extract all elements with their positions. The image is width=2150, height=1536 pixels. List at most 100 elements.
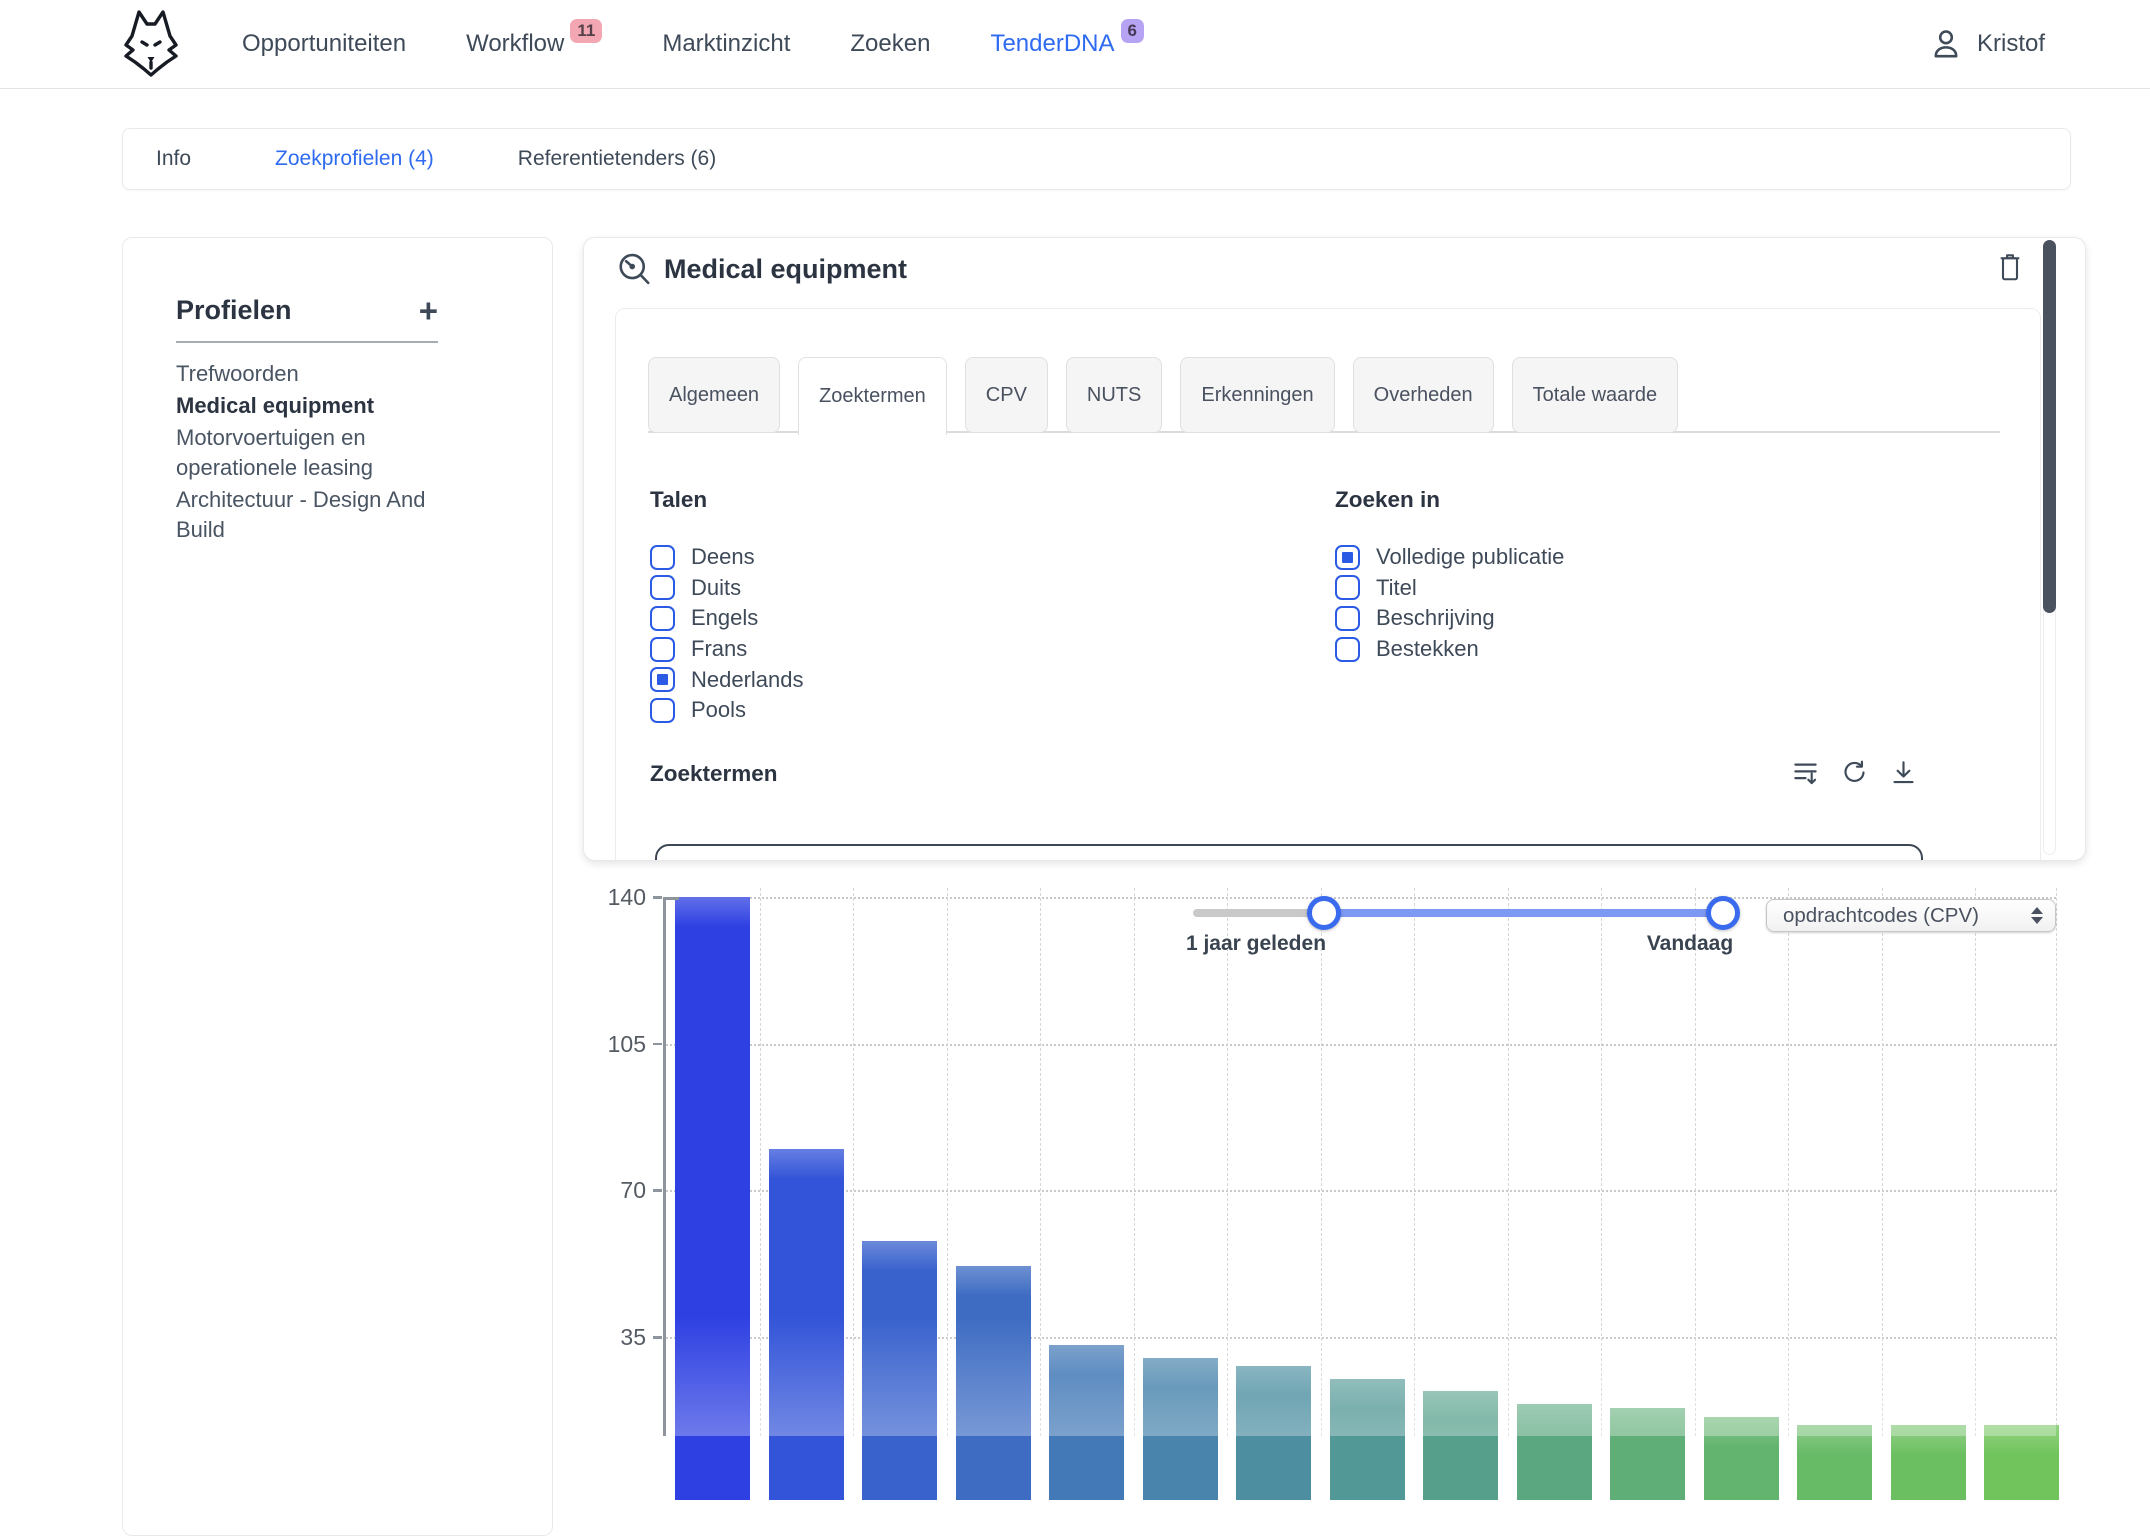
bar <box>1423 1391 1498 1500</box>
bar <box>862 1241 937 1500</box>
checkbox-label: Deens <box>691 544 755 570</box>
gridline-h <box>666 1044 2056 1046</box>
y-tick <box>653 896 662 899</box>
user-menu[interactable]: Kristof <box>1929 0 2045 88</box>
slider-handle-start[interactable] <box>1307 896 1341 930</box>
y-tick <box>653 1043 662 1046</box>
checkbox-deens[interactable] <box>650 545 675 570</box>
nav-item-tenderdna[interactable]: TenderDNA6 <box>990 30 1144 58</box>
gridline-v <box>1134 888 1135 1436</box>
group-heading: Talen <box>650 486 804 514</box>
profile-tab-erkenningen[interactable]: Erkenningen <box>1180 357 1334 433</box>
search-profile-icon <box>617 251 653 289</box>
checkbox-volledige-publicatie[interactable] <box>1335 545 1360 570</box>
checkbox-row: Volledige publicatie <box>1335 542 1564 573</box>
gridline-v <box>760 888 761 1436</box>
sidebar-item-trefwoorden[interactable]: Trefwoorden <box>176 359 450 389</box>
tab-info[interactable]: Info <box>156 147 191 171</box>
checkbox-nederlands[interactable] <box>650 667 675 692</box>
checkbox-label: Beschrijving <box>1376 605 1495 631</box>
zoeken-in-group: Zoeken inVolledige publicatieTitelBeschr… <box>1335 486 1564 664</box>
divider <box>176 341 438 343</box>
zoektermen-toolbar <box>1792 759 1917 786</box>
nav-item-zoeken[interactable]: Zoeken <box>850 30 930 58</box>
refresh-icon[interactable] <box>1841 759 1868 786</box>
gridline-v <box>1882 888 1883 1436</box>
main-nav: Opportuniteiten Workflow11 Marktinzicht Zoe… <box>242 0 1144 88</box>
add-profile-button[interactable]: + <box>419 294 438 327</box>
top-nav-bar: Opportuniteiten Workflow11 Marktinzicht Zoe… <box>0 0 2150 89</box>
checkbox-label: Pools <box>691 697 746 723</box>
checkbox-label: Nederlands <box>691 667 804 693</box>
chart-metric-select-value: opdrachtcodes (CPV) <box>1783 904 1979 928</box>
checkbox-titel[interactable] <box>1335 575 1360 600</box>
nav-item-workflow[interactable]: Workflow11 <box>466 30 602 58</box>
gridline-h <box>666 1190 2056 1192</box>
bar <box>1610 1408 1685 1500</box>
profile-tab-card: AlgemeenZoektermenCPVNUTSErkenningenOver… <box>615 308 2041 861</box>
checkbox-label: Titel <box>1376 575 1417 601</box>
profile-tab-nuts[interactable]: NUTS <box>1066 357 1162 433</box>
checkbox-row: Frans <box>650 634 804 665</box>
download-icon[interactable] <box>1890 759 1917 786</box>
tab-zoekprofielen-4[interactable]: Zoekprofielen (4) <box>275 147 434 171</box>
gridline-v <box>1601 888 1602 1436</box>
panel-scrollbar-thumb[interactable] <box>2043 240 2056 613</box>
nav-item-label: Opportuniteiten <box>242 30 406 58</box>
profile-tab-algemeen[interactable]: Algemeen <box>648 357 780 433</box>
checkbox-bestekken[interactable] <box>1335 637 1360 662</box>
checkbox-row: Titel <box>1335 573 1564 604</box>
trash-icon <box>1996 251 2024 283</box>
nav-item-label: Marktinzicht <box>662 30 790 58</box>
profile-tab-cpv[interactable]: CPV <box>965 357 1048 433</box>
bar <box>1797 1425 1872 1500</box>
profile-tab-zoektermen[interactable]: Zoektermen <box>798 357 947 435</box>
gridline-v <box>947 888 948 1436</box>
gridline-v <box>1227 888 1228 1436</box>
nav-item-opportuniteiten[interactable]: Opportuniteiten <box>242 30 406 58</box>
checkbox-row: Bestekken <box>1335 634 1564 665</box>
bar <box>1236 1366 1311 1500</box>
y-tick <box>653 1189 662 1192</box>
checkbox-row: Pools <box>650 695 804 726</box>
talen-group: Talen Deens DuitsEngelsFransNederlands Pool… <box>650 486 804 726</box>
checkbox-beschrijving[interactable] <box>1335 606 1360 631</box>
profile-tab-totale-waarde[interactable]: Totale waarde <box>1512 357 1679 433</box>
nav-item-label: Workflow <box>466 30 564 58</box>
zoektermen-input[interactable] <box>655 844 1923 861</box>
playlist-add-icon[interactable] <box>1792 759 1819 786</box>
profiles-sidebar: Profielen + TrefwoordenMedical equipment… <box>122 237 553 1536</box>
profile-detail-panel: Medical equipment AlgemeenZoektermenCPVN… <box>583 237 2086 861</box>
sidebar-item-motorvoertuigen-en-operationele-leasing[interactable]: Motorvoertuigen en operationele leasing <box>176 423 450 483</box>
bar <box>1143 1358 1218 1500</box>
nav-item-label: TenderDNA <box>990 30 1114 58</box>
gridline-v <box>1975 888 1976 1436</box>
bar <box>1330 1379 1405 1500</box>
profile-tab-overheden[interactable]: Overheden <box>1353 357 1494 433</box>
checkbox-row: Deens <box>650 542 804 573</box>
slider-handle-end[interactable] <box>1706 896 1740 930</box>
sidebar-item-medical-equipment[interactable]: Medical equipment <box>176 391 450 421</box>
nav-item-label: Zoeken <box>850 30 930 58</box>
tab-referentietenders-6[interactable]: Referentietenders (6) <box>518 147 716 171</box>
bar <box>956 1266 1031 1500</box>
slider-start-label: 1 jaar geleden <box>1146 932 1366 956</box>
gridline-v <box>1508 888 1509 1436</box>
bar <box>1704 1417 1779 1500</box>
bar <box>769 1149 844 1500</box>
checkbox-frans[interactable] <box>650 637 675 662</box>
checkbox-engels[interactable] <box>650 606 675 631</box>
y-tick-label: 105 <box>586 1031 646 1058</box>
zoektermen-heading: Zoektermen <box>650 761 778 787</box>
gridline-v <box>2056 888 2057 1436</box>
checkbox-row: Nederlands <box>650 664 804 695</box>
checkbox-duits[interactable] <box>650 575 675 600</box>
wolf-logo[interactable] <box>118 9 184 79</box>
checkbox-row: Duits <box>650 573 804 604</box>
checkbox-pools[interactable] <box>650 698 675 723</box>
checkbox-row: Engels <box>650 603 804 634</box>
delete-profile-button[interactable] <box>1996 251 2024 286</box>
chart-metric-select[interactable]: opdrachtcodes (CPV) <box>1766 899 2056 932</box>
sidebar-item-architectuur-design-and-build[interactable]: Architectuur - Design And Build <box>176 485 450 545</box>
nav-item-marktinzicht[interactable]: Marktinzicht <box>662 30 790 58</box>
